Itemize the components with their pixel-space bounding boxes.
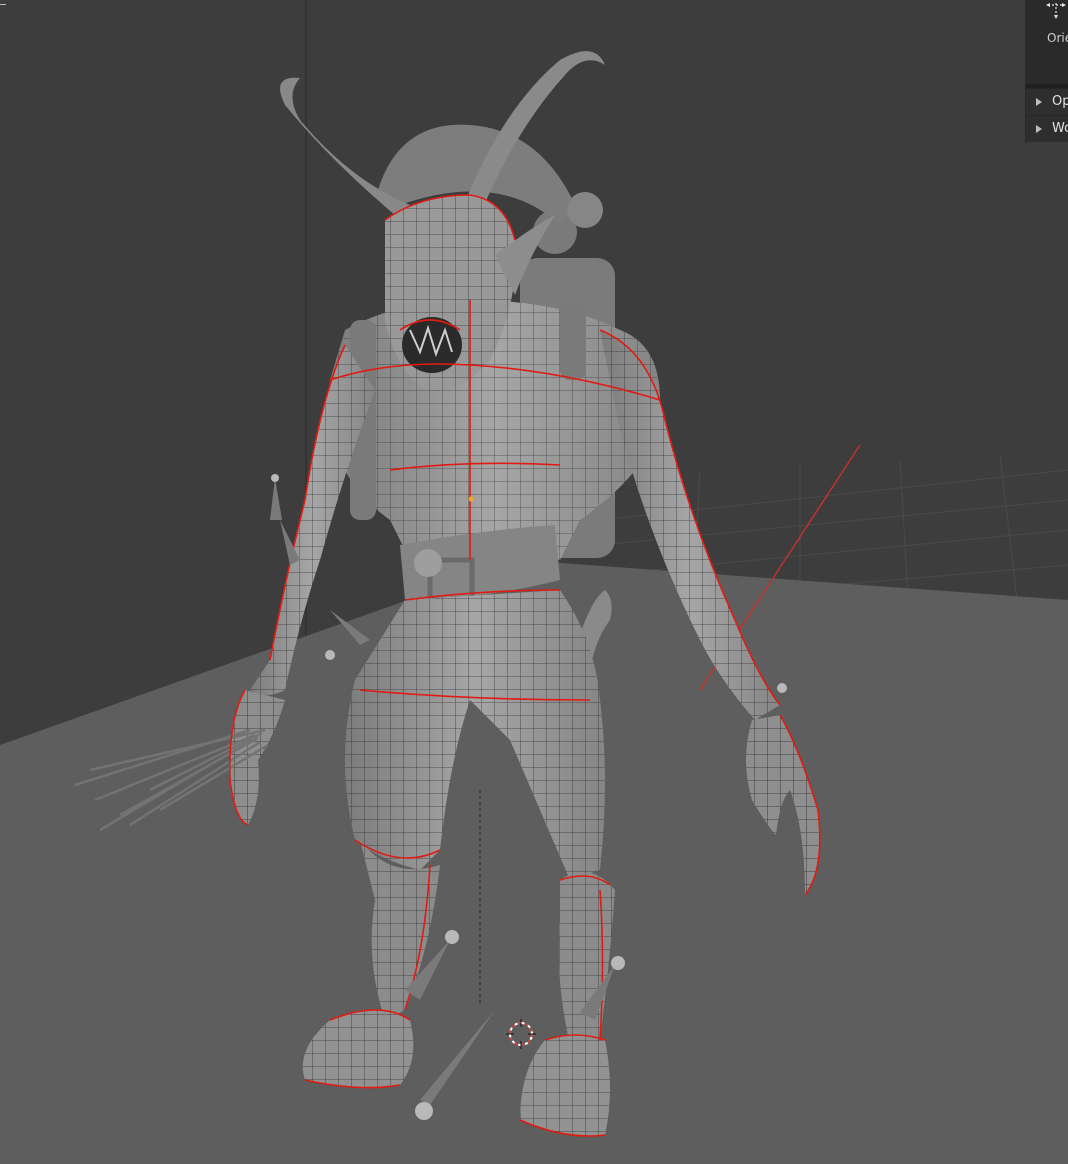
corner-tick xyxy=(0,0,6,5)
backpack-strap-right xyxy=(560,300,586,380)
disclosure-triangle-icon[interactable] xyxy=(1036,98,1042,106)
active-tool-panel: Orie xyxy=(1026,0,1068,84)
panel-workspace-label: Wo xyxy=(1052,121,1068,136)
3d-viewport[interactable]: Orie Op Wo xyxy=(0,0,1068,1164)
panel-options-label: Op xyxy=(1052,94,1068,109)
orientation-label: Orie xyxy=(1047,31,1068,45)
3d-scene[interactable] xyxy=(0,0,1068,1164)
object-origin xyxy=(468,496,474,502)
panel-workspace[interactable]: Wo xyxy=(1026,115,1068,142)
panel-options[interactable]: Op xyxy=(1026,88,1068,115)
hat-pompom xyxy=(567,192,603,228)
disclosure-triangle-icon[interactable] xyxy=(1036,125,1042,133)
orientation-transform-icon[interactable] xyxy=(1044,0,1068,22)
viewport-sidebar[interactable]: Orie Op Wo xyxy=(1025,0,1068,142)
